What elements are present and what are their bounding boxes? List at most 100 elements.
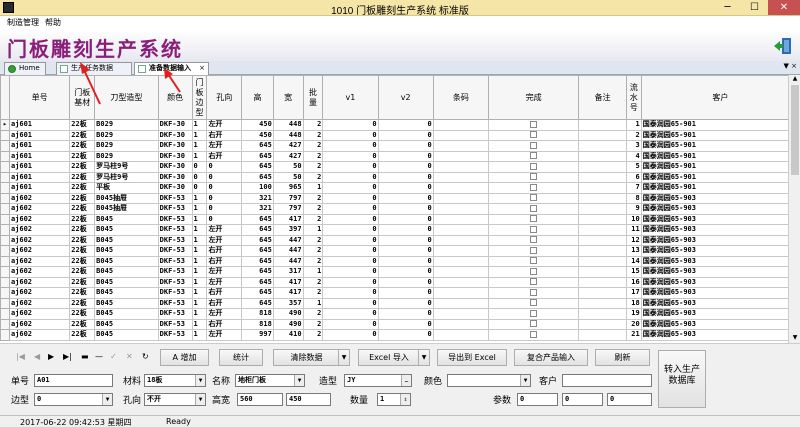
table-cell[interactable] xyxy=(578,182,627,194)
model-input[interactable]: JY… xyxy=(344,374,412,387)
table-cell[interactable]: 645 xyxy=(241,171,274,183)
table-cell[interactable]: 国泰润园65-903 xyxy=(640,318,800,330)
excel-import-button[interactable]: Excel 导入 ▼ xyxy=(358,349,430,366)
table-cell[interactable] xyxy=(487,140,580,152)
table-cell[interactable]: 国泰润园65-901 xyxy=(640,140,800,152)
table-cell[interactable] xyxy=(432,182,489,194)
table-cell[interactable]: 2 xyxy=(302,318,324,330)
table-cell[interactable]: 2 xyxy=(625,129,642,141)
table-cell[interactable]: 国泰润园65-903 xyxy=(640,255,800,267)
table-cell[interactable]: 0 xyxy=(377,255,434,267)
table-row[interactable]: aj602 22板 B045 DKF-53 1 左开 645 317 1 0 0 15 国泰润园65-9… xyxy=(0,266,800,278)
table-cell[interactable]: 417 xyxy=(272,287,304,299)
table-cell[interactable]: 22板 xyxy=(69,245,96,257)
table-cell[interactable]: DKF-53 xyxy=(157,213,193,225)
add-button[interactable]: A 增加 xyxy=(160,349,209,366)
table-cell[interactable]: aj601 xyxy=(8,161,71,173)
table-cell[interactable] xyxy=(578,129,627,141)
menu-item-manufacture[interactable]: 制造管理 xyxy=(7,17,39,28)
nav-first-icon[interactable]: |◀ xyxy=(16,352,25,361)
table-row[interactable]: aj602 22板 B045 DKF-53 1 右开 645 447 2 0 0 14 国泰润园65-9… xyxy=(0,255,800,267)
table-cell[interactable]: 410 xyxy=(272,329,304,341)
table-cell[interactable]: 1 xyxy=(191,318,208,330)
table-cell[interactable]: 1 xyxy=(191,329,208,341)
table-cell[interactable]: 2 xyxy=(302,161,324,173)
table-cell[interactable]: 0 xyxy=(377,224,434,236)
table-cell[interactable]: DKF-30 xyxy=(157,150,193,162)
done-checkbox[interactable] xyxy=(530,173,538,180)
table-cell[interactable] xyxy=(432,119,489,131)
table-cell[interactable] xyxy=(487,329,580,341)
close-button[interactable]: ✕ xyxy=(768,0,800,15)
done-checkbox[interactable] xyxy=(530,320,538,327)
table-cell[interactable]: 13 xyxy=(625,245,642,257)
table-cell[interactable]: 2 xyxy=(302,329,324,341)
table-cell[interactable]: 448 xyxy=(272,119,304,131)
table-cell[interactable]: 0 xyxy=(377,266,434,278)
table-cell[interactable] xyxy=(578,245,627,257)
column-header[interactable]: 条码 xyxy=(432,75,489,120)
table-cell[interactable]: aj602 xyxy=(8,287,71,299)
table-cell[interactable]: 50 xyxy=(272,161,304,173)
table-cell[interactable]: 447 xyxy=(272,234,304,246)
table-cell[interactable]: 22板 xyxy=(69,329,96,341)
table-cell[interactable] xyxy=(432,276,489,288)
table-cell[interactable]: 罗马柱9号 xyxy=(94,161,159,173)
column-header[interactable]: 流 水 号 xyxy=(625,75,642,120)
nav-cancel-icon[interactable]: ✕ xyxy=(126,352,133,361)
table-cell[interactable]: aj601 xyxy=(8,129,71,141)
table-cell[interactable]: 16 xyxy=(625,276,642,288)
tab-home[interactable]: Home xyxy=(4,62,46,75)
scroll-thumb[interactable] xyxy=(791,85,799,175)
scroll-up-icon[interactable]: ▲ xyxy=(789,75,800,84)
done-checkbox[interactable] xyxy=(530,299,538,306)
table-cell[interactable]: 1 xyxy=(302,182,324,194)
table-cell[interactable]: 22板 xyxy=(69,171,96,183)
table-cell[interactable]: 22板 xyxy=(69,182,96,194)
composite-input-button[interactable]: 复合产品输入 xyxy=(514,349,588,366)
table-cell[interactable]: 645 xyxy=(241,245,274,257)
table-cell[interactable]: 450 xyxy=(241,129,274,141)
table-cell[interactable]: 22板 xyxy=(69,255,96,267)
table-cell[interactable]: 20 xyxy=(625,318,642,330)
table-cell[interactable]: B045 xyxy=(94,276,159,288)
table-cell[interactable] xyxy=(578,192,627,204)
table-cell[interactable] xyxy=(578,161,627,173)
row-indicator[interactable] xyxy=(0,182,10,194)
table-cell[interactable]: 2 xyxy=(302,213,324,225)
table-cell[interactable] xyxy=(578,203,627,215)
table-cell[interactable]: 1 xyxy=(191,192,208,204)
done-checkbox[interactable] xyxy=(530,131,538,138)
table-cell[interactable]: 2 xyxy=(302,255,324,267)
done-checkbox[interactable] xyxy=(530,257,538,264)
table-cell[interactable]: 12 xyxy=(625,234,642,246)
export-excel-button[interactable]: 导出到 Excel xyxy=(437,349,507,366)
column-header[interactable]: 单号 xyxy=(8,75,71,120)
column-header[interactable]: 备注 xyxy=(578,75,627,120)
table-cell[interactable]: 645 xyxy=(241,276,274,288)
table-cell[interactable]: 1 xyxy=(191,234,208,246)
table-cell[interactable]: 1 xyxy=(191,287,208,299)
table-cell[interactable]: 1 xyxy=(191,276,208,288)
table-cell[interactable]: 2 xyxy=(302,140,324,152)
table-cell[interactable] xyxy=(578,234,627,246)
table-row[interactable]: aj602 22板 B045 DKF-53 1 0 645 417 2 0 0 10 国泰润园65-90… xyxy=(0,213,800,225)
table-cell[interactable]: aj602 xyxy=(8,308,71,320)
row-indicator[interactable] xyxy=(0,150,10,162)
table-cell[interactable]: DKF-30 xyxy=(157,161,193,173)
table-row[interactable]: aj602 22板 B045 DKF-53 1 左开 997 410 2 0 0 21 国泰润园65-9… xyxy=(0,329,800,341)
table-cell[interactable]: 1 xyxy=(302,224,324,236)
table-cell[interactable] xyxy=(487,234,580,246)
table-cell[interactable]: DKF-30 xyxy=(157,140,193,152)
table-cell[interactable]: 6 xyxy=(625,171,642,183)
table-row[interactable]: aj602 22板 B045 DKF-53 1 左开 645 397 1 0 0 11 国泰润园65-9… xyxy=(0,224,800,236)
table-cell[interactable] xyxy=(432,129,489,141)
table-cell[interactable]: 1 xyxy=(191,140,208,152)
param-3-input[interactable]: 0 xyxy=(607,393,652,406)
chevron-down-icon[interactable]: ▼ xyxy=(195,375,205,386)
height-input[interactable]: 560 xyxy=(237,393,283,406)
table-cell[interactable] xyxy=(487,171,580,183)
table-cell[interactable]: aj602 xyxy=(8,203,71,215)
table-cell[interactable]: 1 xyxy=(302,297,324,309)
column-header[interactable]: 孔向 xyxy=(206,75,243,120)
